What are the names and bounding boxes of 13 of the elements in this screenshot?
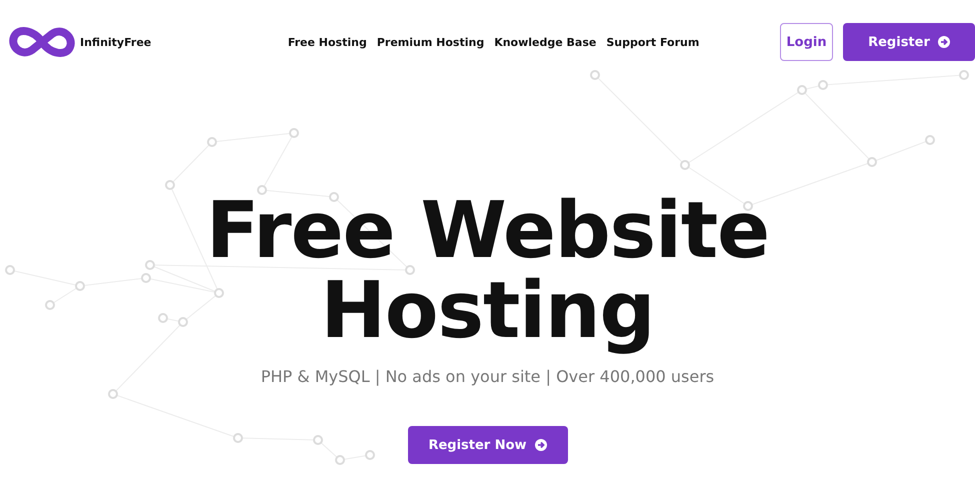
arrow-circle-icon (534, 439, 547, 451)
nav-link[interactable]: Free Hosting (288, 36, 367, 48)
register-now-button[interactable]: Register Now (408, 426, 568, 464)
arrow-circle-icon (938, 36, 950, 48)
infinity-logo-icon[interactable] (8, 25, 76, 59)
nav-link[interactable]: Premium Hosting (376, 36, 484, 48)
nav-link[interactable]: Knowledge Base (494, 36, 596, 48)
register-button[interactable]: Register (843, 23, 975, 61)
nav-link[interactable]: Support Forum (606, 36, 700, 48)
hero-subtitle: PHP & MySQL | No ads on your site | Over 400,000 users (260, 367, 714, 386)
hero-title: Free Website (206, 191, 770, 271)
login-button[interactable]: Login (780, 23, 833, 61)
brand-name[interactable]: InfinityFree (80, 36, 152, 48)
